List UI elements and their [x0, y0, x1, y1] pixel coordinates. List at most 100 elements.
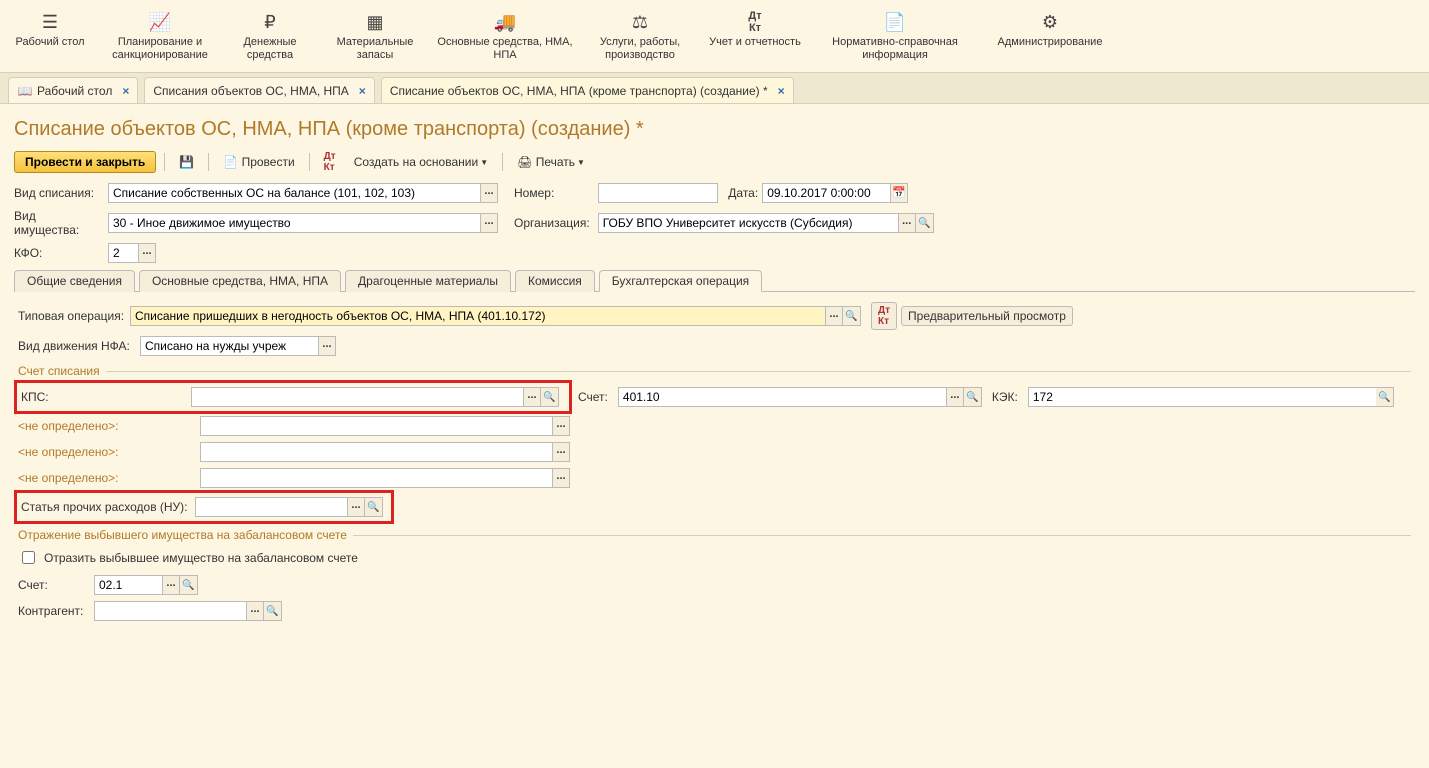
tab-content: Типовая операция: ДтКт Предварительный п…	[14, 292, 1415, 631]
subtab-precious[interactable]: Драгоценные материалы	[345, 270, 511, 292]
calendar-button[interactable]: 📅	[890, 183, 908, 203]
post-and-close-button[interactable]: Провести и закрыть	[14, 151, 156, 173]
chevron-down-icon: ▼	[577, 158, 585, 167]
chevron-down-icon: ▼	[480, 158, 488, 167]
search-button[interactable]	[1376, 387, 1394, 407]
label-undef[interactable]: <не определено>:	[18, 419, 196, 433]
label-schet: Счет:	[578, 390, 608, 404]
nav-desktop[interactable]: ☰ Рабочий стол	[0, 0, 100, 72]
create-based-button[interactable]: Создать на основании▼	[348, 151, 494, 173]
subtab-commission[interactable]: Комиссия	[515, 270, 595, 292]
select-button[interactable]	[552, 442, 570, 462]
nav-money[interactable]: ₽ Денежные средства	[220, 0, 320, 72]
nav-services[interactable]: ⚖ Услуги, работы, производство	[580, 0, 700, 72]
select-button[interactable]	[318, 336, 336, 356]
schet2-input[interactable]	[94, 575, 162, 595]
nav-admin[interactable]: ⚙ Администрирование	[980, 0, 1120, 72]
dtkt-button[interactable]: ДтКт	[318, 151, 342, 173]
subtab-os[interactable]: Основные средства, НМА, НПА	[139, 270, 341, 292]
select-button[interactable]	[480, 213, 498, 233]
save-icon: 💾	[179, 155, 194, 169]
select-button[interactable]	[825, 306, 843, 326]
post-button[interactable]: 📄 Провести	[217, 151, 300, 173]
close-icon[interactable]: ×	[778, 84, 785, 98]
label-undef[interactable]: <не определено>:	[18, 471, 196, 485]
hamburger-icon: ☰	[4, 8, 96, 36]
nav-accounting[interactable]: ДтКт Учет и отчетность	[700, 0, 810, 72]
search-button[interactable]	[964, 387, 982, 407]
nav-planning[interactable]: 📈 Планирование и санкционирование	[100, 0, 220, 72]
typop-input[interactable]	[130, 306, 825, 326]
row-undef-2: <не определено>:	[18, 442, 1411, 462]
search-button[interactable]	[843, 306, 861, 326]
row-vid-dv-nfa: Вид движения НФА:	[18, 336, 1411, 356]
close-icon[interactable]: ×	[122, 84, 129, 98]
tab-desktop[interactable]: 📖 Рабочий стол ×	[8, 77, 138, 103]
printer-icon: 🖨	[517, 155, 532, 169]
schet-input[interactable]	[618, 387, 946, 407]
statya-input[interactable]	[195, 497, 347, 517]
select-button[interactable]	[480, 183, 498, 203]
select-button[interactable]	[523, 387, 541, 407]
select-button[interactable]	[898, 213, 916, 233]
org-input[interactable]	[598, 213, 898, 233]
select-button[interactable]	[552, 468, 570, 488]
vid-im-input[interactable]	[108, 213, 480, 233]
vid-dv-nfa-input[interactable]	[140, 336, 318, 356]
top-nav: ☰ Рабочий стол 📈 Планирование и санкцион…	[0, 0, 1429, 73]
subtab-general[interactable]: Общие сведения	[14, 270, 135, 292]
select-button[interactable]	[246, 601, 264, 621]
label-kps: КПС:	[21, 390, 187, 404]
kontragent-input[interactable]	[94, 601, 246, 621]
undef-input-3[interactable]	[200, 468, 552, 488]
vid-spis-input[interactable]	[108, 183, 480, 203]
fieldset-otrazhenie: Отражение выбывшего имущества на забалан…	[18, 528, 1411, 542]
subtab-accounting[interactable]: Бухгалтерская операция	[599, 270, 762, 292]
checkbox-label: Отразить выбывшее имущество на забалансо…	[44, 551, 358, 565]
select-button[interactable]	[347, 497, 365, 517]
print-button[interactable]: 🖨 Печать▼	[511, 151, 591, 173]
app-tabbar: 📖 Рабочий стол × Списания объектов ОС, Н…	[0, 73, 1429, 104]
tab-list[interactable]: Списания объектов ОС, НМА, НПА ×	[144, 77, 374, 103]
undef-input-1[interactable]	[200, 416, 552, 436]
truck-icon: 🚚	[434, 8, 576, 36]
checkbox-otrazit[interactable]: Отразить выбывшее имущество на забалансо…	[18, 548, 1411, 567]
label-undef[interactable]: <не определено>:	[18, 445, 196, 459]
row-schet2: Счет:	[18, 575, 1411, 595]
close-icon[interactable]: ×	[359, 84, 366, 98]
page-body: Списание объектов ОС, НМА, НПА (кроме тр…	[0, 104, 1429, 641]
dtkt-icon: ДтКт	[704, 8, 806, 36]
otrazit-checkbox[interactable]	[22, 551, 35, 564]
kps-input[interactable]	[191, 387, 523, 407]
dtkt-small-button[interactable]: ДтКт	[871, 302, 897, 330]
undef-input-2[interactable]	[200, 442, 552, 462]
nav-reference[interactable]: 📄 Нормативно-справочная информация	[810, 0, 980, 72]
select-button[interactable]	[946, 387, 964, 407]
row-undef-3: <не определено>:	[18, 468, 1411, 488]
select-button[interactable]	[552, 416, 570, 436]
preview-button[interactable]: Предварительный просмотр	[901, 306, 1073, 326]
nav-materials[interactable]: ▦ Материальные запасы	[320, 0, 430, 72]
tab-label: Списания объектов ОС, НМА, НПА	[153, 84, 348, 98]
select-button[interactable]	[138, 243, 156, 263]
toolbar: Провести и закрыть 💾 📄 Провести ДтКт Соз…	[14, 151, 1415, 173]
page-title: Списание объектов ОС, НМА, НПА (кроме тр…	[14, 118, 1415, 141]
nomer-input[interactable]	[598, 183, 718, 203]
tab-document[interactable]: Списание объектов ОС, НМА, НПА (кроме тр…	[381, 77, 794, 103]
search-button[interactable]	[916, 213, 934, 233]
post-icon: 📄	[223, 155, 238, 169]
grid-icon: ▦	[324, 8, 426, 36]
search-button[interactable]	[180, 575, 198, 595]
search-button[interactable]	[541, 387, 559, 407]
row-vid-imushestva: Вид имущества: Организация:	[14, 209, 1415, 237]
kfo-input[interactable]	[108, 243, 138, 263]
nav-fixed-assets[interactable]: 🚚 Основные средства, НМА, НПА	[430, 0, 580, 72]
kek-input[interactable]	[1028, 387, 1376, 407]
date-input[interactable]	[762, 183, 890, 203]
select-button[interactable]	[162, 575, 180, 595]
subtabs: Общие сведения Основные средства, НМА, Н…	[14, 269, 1415, 292]
save-button[interactable]: 💾	[173, 151, 200, 173]
search-button[interactable]	[365, 497, 383, 517]
label-kfo: КФО:	[14, 246, 104, 260]
search-button[interactable]	[264, 601, 282, 621]
